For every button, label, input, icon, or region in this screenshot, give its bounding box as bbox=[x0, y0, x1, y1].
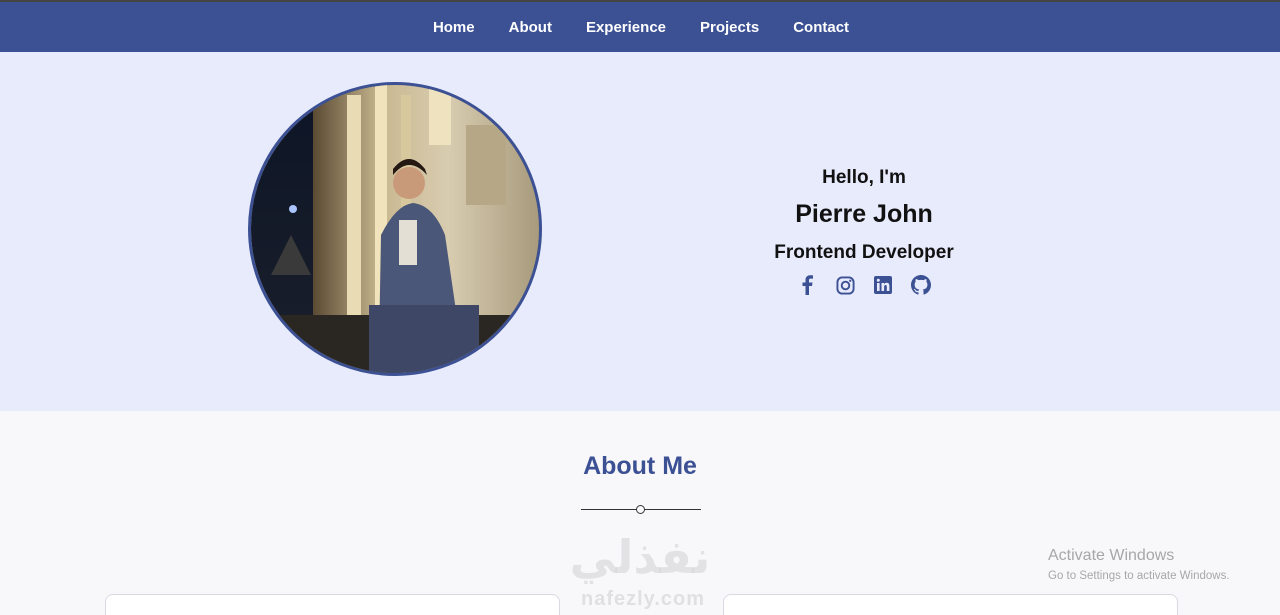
about-card-left bbox=[105, 594, 560, 615]
github-icon[interactable] bbox=[910, 274, 932, 296]
divider-dot bbox=[636, 505, 645, 514]
navbar: Home About Experience Projects Contact bbox=[0, 2, 1280, 52]
nav-link-projects[interactable]: Projects bbox=[700, 19, 759, 36]
job-title: Frontend Developer bbox=[774, 242, 954, 263]
nav-link-experience[interactable]: Experience bbox=[586, 19, 666, 36]
greeting-text: Hello, I'm bbox=[822, 167, 906, 188]
nav-link-home[interactable]: Home bbox=[433, 19, 475, 36]
activate-windows-subtitle: Go to Settings to activate Windows. bbox=[1048, 570, 1230, 582]
instagram-icon[interactable] bbox=[834, 274, 856, 296]
profile-photo bbox=[248, 82, 542, 376]
facebook-icon[interactable] bbox=[796, 274, 818, 296]
about-heading: About Me bbox=[583, 452, 697, 480]
intro-block: Hello, I'm Pierre John Frontend Develope… bbox=[730, 52, 998, 411]
person-name: Pierre John bbox=[795, 200, 933, 228]
watermark-latin: nafezly.com bbox=[581, 588, 705, 610]
watermark-arabic: نفذلي bbox=[569, 530, 711, 584]
hero-section: Hello, I'm Pierre John Frontend Develope… bbox=[0, 52, 1280, 411]
nav-link-contact[interactable]: Contact bbox=[793, 19, 849, 36]
social-links bbox=[730, 274, 998, 296]
activate-windows-title: Activate Windows bbox=[1048, 547, 1175, 564]
nav-links: Home About Experience Projects Contact bbox=[0, 2, 1280, 52]
about-card-right bbox=[723, 594, 1178, 615]
nav-link-about[interactable]: About bbox=[509, 19, 552, 36]
linkedin-icon[interactable] bbox=[872, 274, 894, 296]
